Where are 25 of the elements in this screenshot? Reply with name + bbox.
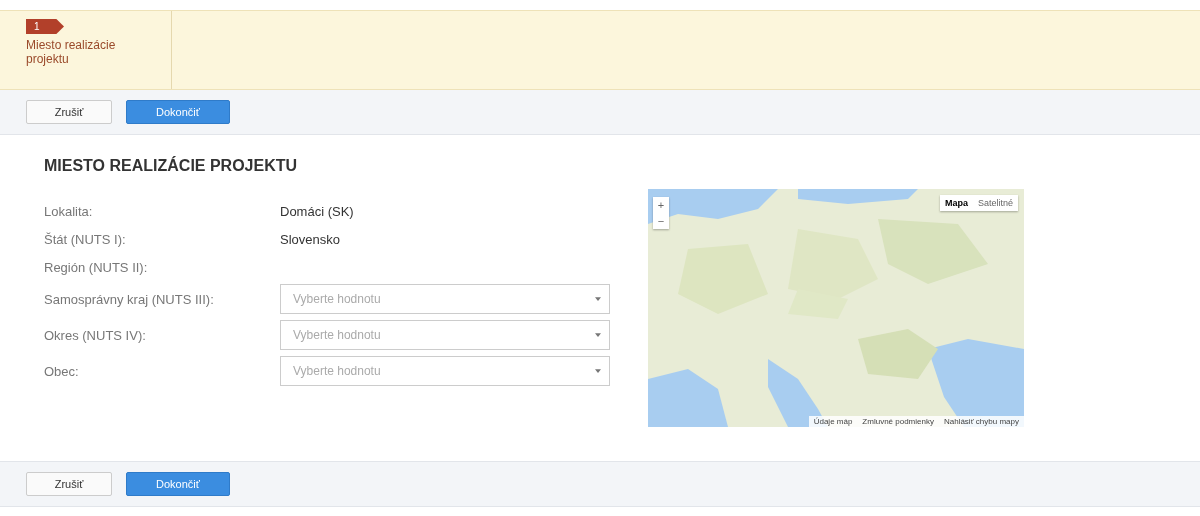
field-value: Domáci (SK): [280, 203, 354, 219]
map-footer-link[interactable]: Nahlásiť chybu mapy: [938, 416, 1024, 427]
cancel-button[interactable]: Zrušiť: [26, 100, 112, 124]
map-type-tab[interactable]: Satelitné: [972, 195, 1018, 211]
map-type-tab[interactable]: Mapa: [939, 195, 973, 211]
cancel-button[interactable]: Zrušiť: [26, 472, 112, 496]
field-label: Štát (NUTS I):: [44, 231, 127, 247]
field-label: Obec:: [44, 363, 80, 379]
finish-button[interactable]: Dokončiť: [126, 100, 230, 124]
map-footer-link[interactable]: Zmluvné podmienky: [857, 416, 939, 427]
field-label: Región (NUTS II):: [44, 259, 149, 275]
field-value: Slovensko: [280, 231, 340, 247]
caret-icon: [595, 369, 601, 373]
map-footer-link[interactable]: Údaje máp: [808, 416, 858, 427]
field-label: Lokalita:: [44, 203, 94, 219]
caret-icon: [595, 333, 601, 337]
finish-button[interactable]: Dokončiť: [126, 472, 230, 496]
field-label: Samosprávny kraj (NUTS III):: [44, 291, 215, 307]
caret-icon: [595, 297, 601, 301]
zoom-out-button[interactable]: −: [653, 213, 669, 229]
zoom-in-button[interactable]: +: [653, 197, 669, 213]
wizard-step[interactable]: 1 Miesto realizácie projektu: [0, 11, 172, 89]
section-title: MIESTO REALIZÁCIE PROJEKTU: [44, 157, 299, 175]
field-label: Okres (NUTS IV):: [44, 327, 147, 343]
step-number-badge: 1: [26, 19, 64, 34]
